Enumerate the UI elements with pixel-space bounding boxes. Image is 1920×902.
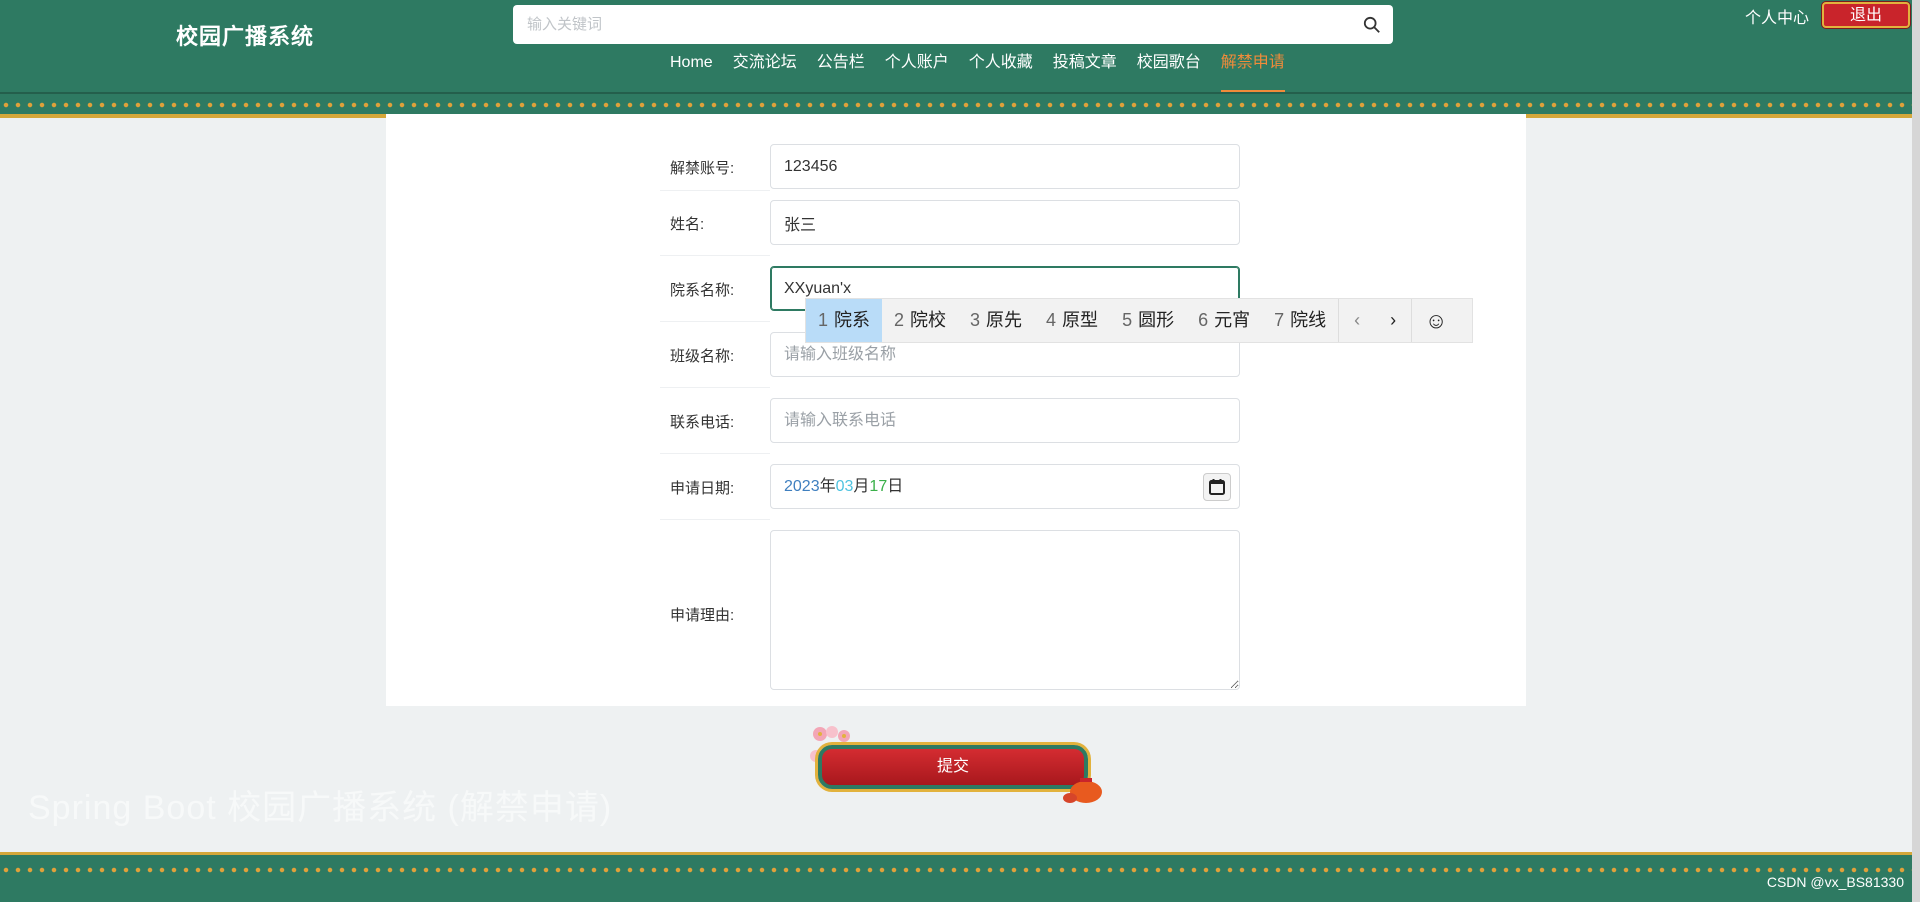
- date-month: 03: [835, 478, 854, 495]
- row-divider: [660, 321, 770, 322]
- nav-bulletin[interactable]: 公告栏: [807, 52, 875, 94]
- date-month-unit: 月: [853, 478, 870, 495]
- date-input[interactable]: 2023 年 03 月 17 日: [770, 464, 1240, 509]
- site-title: 校园广播系统: [176, 24, 315, 49]
- row-divider: [660, 255, 770, 256]
- main-nav: Home 交流论坛 公告栏 个人账户 个人收藏 投稿文章 校园歌台 解禁申请: [660, 52, 1295, 94]
- ime-candidate-bar: 1 院系 2 院校 3 原先 4 原型 5 圆形 6 元宵 7 院线 ‹ › ☺: [805, 298, 1473, 343]
- nav-submit-article[interactable]: 投稿文章: [1043, 52, 1127, 94]
- page-scrollbar[interactable]: [1912, 0, 1920, 902]
- calendar-icon[interactable]: [1203, 473, 1231, 501]
- reason-label: 申请理由:: [670, 607, 735, 624]
- account-label: 解禁账号:: [670, 160, 735, 177]
- date-day: 17: [869, 478, 888, 495]
- date-year-unit: 年: [819, 478, 836, 495]
- ime-candidate[interactable]: 5 圆形: [1110, 299, 1186, 342]
- logout-button[interactable]: 退出: [1822, 2, 1910, 28]
- phone-input[interactable]: [770, 398, 1240, 443]
- class-label: 班级名称:: [670, 348, 735, 365]
- ime-prev-icon[interactable]: ‹: [1339, 299, 1375, 342]
- date-day-unit: 日: [887, 478, 904, 495]
- date-label: 申请日期:: [670, 480, 735, 497]
- nav-forum[interactable]: 交流论坛: [723, 52, 807, 94]
- nav-account[interactable]: 个人账户: [875, 52, 959, 94]
- ime-candidate[interactable]: 6 元宵: [1186, 299, 1262, 342]
- footer: [0, 852, 1912, 902]
- watermark: CSDN @vx_BS81330: [1766, 874, 1904, 890]
- nav-favorites[interactable]: 个人收藏: [959, 52, 1043, 94]
- name-input[interactable]: [770, 200, 1240, 245]
- row-divider: [660, 453, 770, 454]
- account-input[interactable]: [770, 144, 1240, 189]
- row-divider: [660, 190, 770, 191]
- ime-candidate[interactable]: 1 院系: [806, 299, 883, 342]
- nav-campus-songs[interactable]: 校园歌台: [1127, 52, 1211, 94]
- ime-candidate[interactable]: 2 院校: [882, 299, 958, 342]
- search-box: [513, 5, 1393, 44]
- nav-home[interactable]: Home: [660, 52, 723, 94]
- row-divider: [660, 387, 770, 388]
- phone-label: 联系电话:: [670, 414, 735, 431]
- ime-candidate[interactable]: 3 原先: [958, 299, 1034, 342]
- submit-button[interactable]: 提交: [818, 745, 1088, 789]
- background-faint-text: Spring Boot 校园广播系统 (解禁申请): [28, 789, 613, 827]
- search-input[interactable]: [513, 5, 1333, 44]
- ime-candidate[interactable]: 7 院线: [1262, 299, 1338, 342]
- nav-unban-request[interactable]: 解禁申请: [1211, 52, 1295, 94]
- search-icon[interactable]: [1363, 16, 1381, 34]
- reason-textarea[interactable]: [770, 530, 1240, 690]
- department-label: 院系名称:: [670, 282, 735, 299]
- ime-next-icon[interactable]: ›: [1375, 299, 1411, 342]
- user-center-link[interactable]: 个人中心: [1745, 4, 1809, 28]
- row-divider: [660, 519, 770, 520]
- header: 校园广播系统 Home 交流论坛 公告栏 个人账户 个人收藏 投稿文章 校园歌台…: [0, 0, 1920, 118]
- ime-emoji-icon[interactable]: ☺: [1412, 299, 1460, 342]
- name-label: 姓名:: [670, 216, 705, 233]
- ime-candidate[interactable]: 4 原型: [1034, 299, 1110, 342]
- lantern-decoration-icon: [1063, 778, 1102, 803]
- date-year: 2023: [784, 478, 820, 495]
